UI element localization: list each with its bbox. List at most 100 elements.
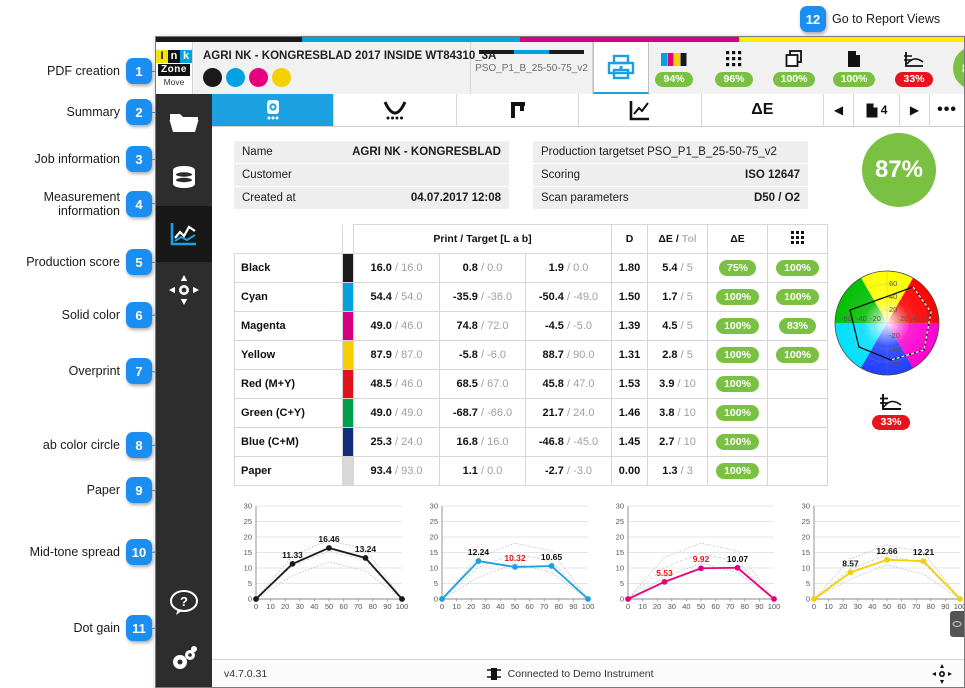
metrics-bar: ✖ 94% (649, 42, 964, 94)
svg-text:50: 50 (325, 602, 333, 611)
svg-text:?: ? (180, 594, 188, 609)
sidebar: ? (156, 94, 212, 687)
row-b-value: 1.9 / 0.0 (524, 253, 613, 283)
targetset-cell[interactable]: PSO_P1_B_25-50-75_v2 (471, 42, 593, 94)
svg-text:20: 20 (430, 533, 438, 542)
callout-3[interactable]: Job information 3 (10, 146, 152, 172)
ink-dot-yellow (272, 68, 291, 87)
row-density-value: 1.39 (611, 311, 649, 341)
callout-7[interactable]: Overprint 7 (10, 358, 152, 384)
th-swatch (342, 224, 354, 254)
sidebar-item-reports[interactable] (156, 206, 212, 262)
row-a-value: 0.8 / 0.0 (439, 253, 526, 283)
callout-label-6: Solid color (61, 308, 120, 322)
svg-text:15: 15 (244, 548, 252, 557)
ab-color-circle[interactable]: 20 40 60 -20 -40 -60 20 40 60 -20 -40 -60 (832, 268, 942, 378)
tab-delta-e-label: ΔE (751, 101, 774, 118)
table-row[interactable]: Black 16.0 / 16.0 0.8 / 0.0 1.9 / 0.0 1.80 5.… (234, 253, 829, 283)
target-icon (169, 275, 199, 305)
job-title-cell[interactable]: AGRI NK - KONGRESBLAD 2017 INSIDE WT8431… (193, 42, 496, 94)
callout-10[interactable]: Mid-tone spread 10 (6, 539, 152, 565)
callout-label-1: PDF creation (47, 64, 120, 78)
callout-2[interactable]: Summary 2 (10, 99, 152, 125)
callout-badge-6: 6 (126, 302, 152, 328)
table-row[interactable]: Green (C+Y) 49.0 / 49.0 -68.7 / -66.0 21.7 … (234, 398, 829, 428)
callout-5[interactable]: Production score 5 (10, 249, 152, 275)
table-row[interactable]: Blue (C+M) 25.3 / 24.0 16.8 / 16.0 -46.8 / … (234, 427, 829, 457)
row-color-swatch (342, 253, 354, 283)
callout-12[interactable]: 12 Go to Report Views (800, 6, 940, 32)
tab-register[interactable] (456, 94, 580, 126)
metric-paper[interactable]: 100% (829, 49, 879, 87)
info-panels: Name AGRI NK - KONGRESBLAD Customer Crea… (212, 127, 964, 210)
svg-text:20: 20 (653, 602, 661, 611)
midtone-spread-value: 33% (872, 415, 910, 430)
row-delta-e-score: 100% (707, 427, 769, 457)
row-b-value: -46.8 / -45.0 (524, 427, 613, 457)
svg-text:-20: -20 (870, 314, 881, 323)
app-logo[interactable]: I n k Zone Move (156, 42, 193, 94)
metric-overprint[interactable]: 100% (769, 49, 819, 87)
sidebar-item-measurement[interactable] (156, 262, 212, 318)
dot-gain-chart[interactable]: 0 5 10 15 20 25 30 0 10 20 30 40 50 60 70 80 90 100 5.53 9.… (602, 496, 780, 621)
svg-text:90: 90 (755, 602, 763, 611)
row-color-name: Magenta (234, 311, 343, 341)
svg-text:10: 10 (430, 564, 438, 573)
table-row[interactable]: Magenta 49.0 / 46.0 74.8 / 72.0 -4.5 / -5.0… (234, 311, 829, 341)
measurement-info-value: D50 / O2 (753, 192, 800, 204)
svg-text:10: 10 (824, 602, 832, 611)
panel-handle[interactable] (950, 611, 964, 637)
svg-text:15: 15 (802, 548, 810, 557)
table-row[interactable]: Paper 93.4 / 93.0 1.1 / 0.0 -2.7 / -3.0 0.00… (234, 456, 829, 486)
screenshot-root: 12 Go to Report Views PDF creation 1 Sum… (0, 0, 965, 688)
sidebar-bottom-group: ? (156, 575, 212, 687)
next-page-button[interactable]: ▶ (900, 94, 931, 126)
dot-gain-chart[interactable]: 0 5 10 15 20 25 30 0 10 20 30 40 50 60 70 80 90 100 11.33 1… (230, 496, 408, 621)
tab-delta-e[interactable]: ΔE (701, 94, 825, 126)
callout-6[interactable]: Solid color 6 (10, 302, 152, 328)
callout-1[interactable]: PDF creation 1 (10, 58, 152, 84)
callout-4[interactable]: Measurement information 4 (10, 190, 152, 218)
connection-status[interactable]: Connected to Demo Instrument (267, 667, 932, 681)
logo-move-text: Move (163, 76, 185, 87)
row-color-name: Blue (C+M) (234, 427, 343, 457)
svg-text:8.57: 8.57 (842, 558, 859, 568)
table-row[interactable]: Red (M+Y) 48.5 / 46.0 68.5 / 67.0 45.8 / 47… (234, 369, 829, 399)
dot-gain-chart[interactable]: 0 5 10 15 20 25 30 0 10 20 30 40 50 60 70 80 90 100 12.24 1… (416, 496, 594, 621)
prev-page-button[interactable]: ◀ (824, 94, 855, 126)
metric-solid-color[interactable]: 94% (649, 49, 699, 87)
svg-text:30: 30 (802, 502, 810, 511)
metric-midtone-spread[interactable]: 33% (889, 49, 939, 87)
row-dot-gain-score (767, 398, 829, 428)
svg-text:30: 30 (668, 602, 676, 611)
page-indicator[interactable]: 4 (854, 94, 901, 126)
dot-gain-chart[interactable]: 0 5 10 15 20 25 30 0 10 20 30 40 50 60 70 80 90 100 8.57 12… (788, 496, 964, 621)
sidebar-item-jobs[interactable] (156, 94, 212, 150)
sidebar-item-database[interactable] (156, 150, 212, 206)
svg-text:12.21: 12.21 (913, 547, 935, 557)
svg-text:70: 70 (354, 602, 362, 611)
tab-curve[interactable] (334, 94, 457, 126)
callout-11[interactable]: Dot gain 11 (10, 615, 152, 641)
callout-8[interactable]: ab color circle 8 (10, 432, 152, 458)
row-a-value: 16.8 / 16.0 (439, 427, 526, 457)
logo-letter-i: I (156, 49, 168, 63)
sidebar-item-settings[interactable] (156, 631, 212, 687)
midtone-spread-badge[interactable]: 33% (856, 392, 926, 430)
measurement-information-panel: Production targetset PSO_P1_B_25-50-75_v… (533, 141, 808, 210)
table-row[interactable]: Yellow 87.9 / 87.0 -5.8 / -6.0 88.7 / 90.0 1… (234, 340, 829, 370)
sidebar-item-help[interactable]: ? (156, 575, 212, 631)
status-target[interactable] (932, 663, 964, 684)
row-density-value: 1.53 (611, 369, 649, 399)
row-L-value: 16.0 / 16.0 (353, 253, 440, 283)
more-options-button[interactable]: ••• (930, 94, 964, 126)
metric-dot-gain[interactable]: 96% (709, 49, 759, 87)
print-button[interactable] (593, 42, 649, 94)
callout-9[interactable]: Paper 9 (10, 477, 152, 503)
status-bar: v4.7.0.31 Connected to Demo Instrument (212, 659, 964, 687)
tab-summary[interactable] (212, 94, 335, 126)
svg-text:0: 0 (440, 602, 444, 611)
svg-text:0: 0 (620, 595, 624, 604)
table-row[interactable]: Cyan 54.4 / 54.0 -35.9 / -36.0 -50.4 / -49.… (234, 282, 829, 312)
tab-trend[interactable] (579, 94, 702, 126)
